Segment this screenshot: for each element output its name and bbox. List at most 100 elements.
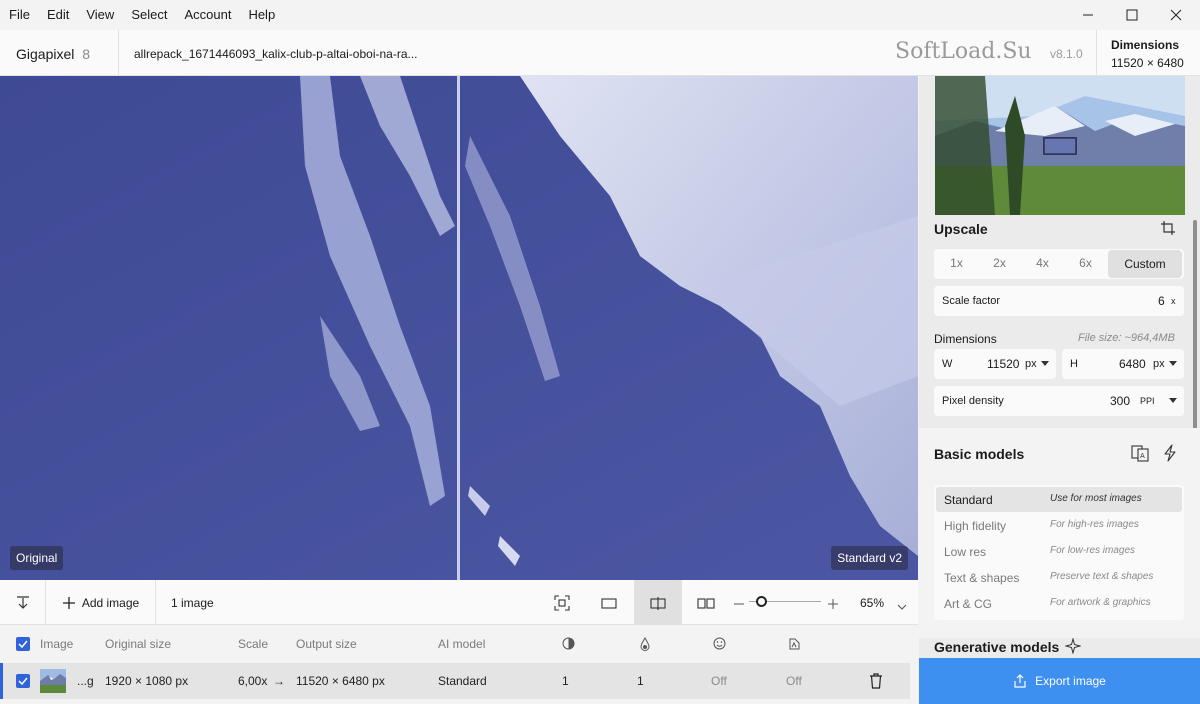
original-label: Original <box>10 546 64 570</box>
split-view-button[interactable] <box>634 580 682 625</box>
ai-model-cell: Standard <box>438 674 487 688</box>
zoom-slider-handle[interactable] <box>755 596 767 607</box>
model-item-high-fidelity[interactable]: High fidelity For high-res images <box>936 513 1182 538</box>
col-image: Image <box>40 637 74 651</box>
model-desc: Preserve text & shapes <box>1050 571 1154 582</box>
collapse-panel-button[interactable] <box>0 580 46 625</box>
text-recovery-icon <box>789 638 800 650</box>
menu-edit[interactable]: Edit <box>38 0 77 30</box>
scale-2x-button[interactable]: 2x <box>978 249 1021 277</box>
single-view-button[interactable] <box>587 580 631 625</box>
model-item-standard[interactable]: Standard Use for most images <box>936 487 1182 512</box>
scale-1x-button[interactable]: 1x <box>935 249 978 277</box>
navigator-thumbnail[interactable] <box>935 76 1185 215</box>
image-canvas[interactable]: Original Standard v2 <box>0 76 918 580</box>
denoise-icon <box>562 637 575 650</box>
chevron-down-icon <box>1041 361 1049 366</box>
menu-account[interactable]: Account <box>175 0 239 30</box>
menu-bar: File Edit View Select Account Help <box>0 0 1200 30</box>
model-name: Low res <box>944 545 987 559</box>
dimensions-label: Dimensions <box>934 332 997 346</box>
minimize-button[interactable] <box>1068 0 1108 30</box>
compare-models-button[interactable]: A <box>1131 444 1149 467</box>
header-dimensions-label: Dimensions <box>1111 38 1180 52</box>
chevron-down-icon <box>1169 361 1177 366</box>
model-desc: For artwork & graphics <box>1050 597 1151 608</box>
pixel-density-label: Pixel density <box>942 395 1004 407</box>
crop-button[interactable] <box>1160 220 1176 241</box>
scale-selector: 1x 2x 4x 6x Custom <box>934 249 1184 279</box>
side-by-side-button[interactable] <box>684 580 728 625</box>
model-item-text-shapes[interactable]: Text & shapes Preserve text & shapes <box>936 565 1182 590</box>
image-thumbnail <box>40 669 66 693</box>
height-field[interactable]: H 6480 px <box>1062 349 1184 379</box>
model-name: High fidelity <box>944 519 1007 533</box>
chevron-down-icon <box>1169 398 1177 403</box>
text-recovery-cell: Off <box>786 674 802 688</box>
app-version-major: 8 <box>82 46 91 62</box>
minus-icon <box>734 603 744 605</box>
model-item-art-cg[interactable]: Art & CG For artwork & graphics <box>936 591 1182 616</box>
export-label: Export image <box>1035 674 1106 688</box>
width-value: 11520 <box>987 357 1020 371</box>
zoom-out-button[interactable] <box>734 596 744 614</box>
width-field[interactable]: W 11520 px <box>934 349 1056 379</box>
focus-icon <box>554 594 570 611</box>
menu-select[interactable]: Select <box>122 0 175 30</box>
model-name: Text & shapes <box>944 571 1020 585</box>
zoom-level[interactable]: 65% <box>860 596 884 610</box>
zoom-slider[interactable] <box>749 596 821 607</box>
panel-scrollbar[interactable] <box>1193 220 1197 460</box>
chevron-down-icon <box>897 604 907 610</box>
model-desc: For high-res images <box>1050 519 1139 530</box>
scale-6x-button[interactable]: 6x <box>1064 249 1107 277</box>
model-item-low-res[interactable]: Low res For low-res images <box>936 539 1182 564</box>
sharpen-cell: 1 <box>637 674 644 688</box>
add-image-button[interactable]: Add image <box>46 580 156 625</box>
face-icon <box>713 637 726 650</box>
pixel-density-unit: PPI <box>1140 396 1155 406</box>
col-ai-model: AI model <box>438 637 486 651</box>
sparkle-icon <box>1064 637 1083 655</box>
table-row[interactable]: ...g 1920 × 1080 px 6,00x → 11520 × 6480… <box>0 663 910 699</box>
menu-help[interactable]: Help <box>239 0 283 30</box>
scale-custom-button[interactable]: Custom <box>1108 250 1182 278</box>
scale-factor-label: Scale factor <box>942 295 1001 307</box>
scale-factor-field[interactable]: Scale factor 6 x <box>934 286 1184 316</box>
close-window-button[interactable] <box>1156 0 1196 30</box>
col-original-size: Original size <box>105 637 172 651</box>
checkmark-icon <box>18 640 28 648</box>
settings-panel: Upscale 1x 2x 4x 6x Custom Scale factor … <box>919 76 1200 658</box>
scale-factor-unit: x <box>1171 296 1176 306</box>
version-label: v8.1.0 <box>1050 47 1083 61</box>
file-name-cell: ...g <box>77 674 94 688</box>
row-checkbox[interactable] <box>16 674 30 688</box>
face-recovery-cell: Off <box>711 674 727 688</box>
model-desc: Use for most images <box>1050 493 1142 504</box>
menu-file[interactable]: File <box>0 0 38 30</box>
col-scale: Scale <box>238 637 269 651</box>
maximize-icon <box>1126 9 1138 21</box>
generative-models-title: Generative models <box>934 637 1083 655</box>
quick-mode-button[interactable] <box>1161 444 1179 467</box>
zoom-dropdown-button[interactable] <box>897 598 907 616</box>
arrow-down-to-line-icon <box>16 595 29 609</box>
delete-button[interactable] <box>869 673 883 694</box>
fit-view-button[interactable] <box>540 580 584 625</box>
model-name: Standard <box>944 493 993 507</box>
pixel-density-field[interactable]: Pixel density 300 PPI <box>934 386 1184 416</box>
thumbnail-image <box>935 76 1185 215</box>
scale-4x-button[interactable]: 4x <box>1021 249 1064 277</box>
height-unit: px <box>1153 358 1165 370</box>
plus-icon <box>62 596 75 609</box>
menu-view[interactable]: View <box>77 0 122 30</box>
export-image-button[interactable]: Export image <box>919 658 1200 704</box>
lightning-icon <box>1164 444 1176 462</box>
maximize-button[interactable] <box>1112 0 1152 30</box>
zoom-in-button[interactable] <box>828 596 838 614</box>
file-size-label: File size: ~964,4MB <box>1078 332 1175 344</box>
select-all-checkbox[interactable] <box>16 637 30 651</box>
app-title: Gigapixel 8 <box>16 46 90 62</box>
compare-icon: A <box>1131 445 1149 462</box>
height-label: H <box>1070 358 1078 370</box>
